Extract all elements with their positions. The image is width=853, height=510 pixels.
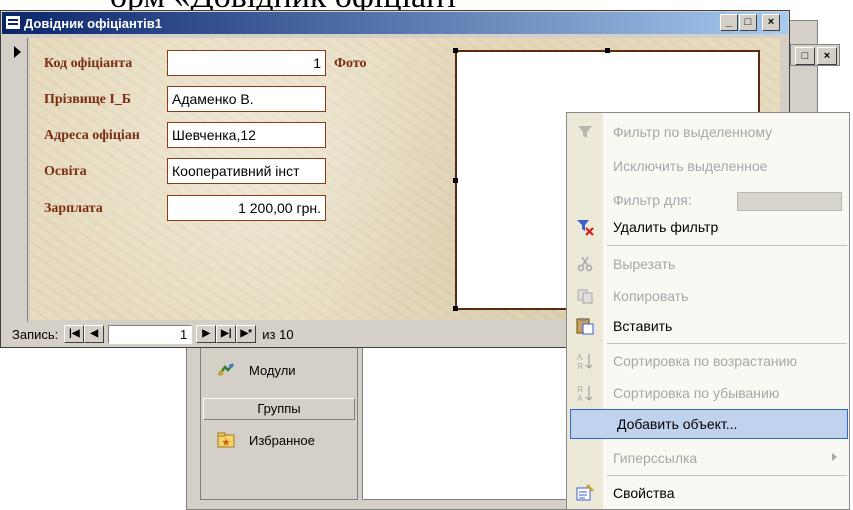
form-title: Довідник офіціантів1 (24, 15, 162, 31)
properties-icon (575, 484, 595, 502)
resize-handle[interactable] (453, 178, 458, 183)
photo-label: Фото (334, 56, 367, 71)
menu-item-properties[interactable]: Свойства (567, 478, 849, 508)
menu-item-copy[interactable]: Копировать (567, 281, 849, 311)
menu-item-cut[interactable]: Вырезать (567, 249, 849, 279)
menu-item-sort-descending[interactable]: ЯА Сортировка по убыванию (567, 378, 849, 408)
navigation-label: Запись: (12, 326, 59, 342)
sidebar-item-modules[interactable]: Модули (201, 355, 357, 385)
remove-filter-icon (575, 218, 595, 236)
menu-item-sort-ascending[interactable]: АЯ Сортировка по возрастанию (567, 346, 849, 376)
filter-selection-icon (575, 123, 595, 141)
menu-item-exclude-selection[interactable]: Исключить выделенное (567, 151, 849, 181)
sidebar-item-label: Модули (249, 362, 296, 378)
record-selector[interactable] (8, 38, 28, 328)
minimize-button[interactable]: _ (720, 14, 738, 31)
resize-handle[interactable] (453, 306, 458, 311)
svg-text:Я: Я (577, 385, 583, 394)
form-icon[interactable] (5, 15, 21, 30)
education-label: Освіта (44, 164, 87, 179)
last-record-button[interactable]: ▶| (216, 325, 237, 343)
context-menu: Фильтр по выделенному Исключить выделенн… (566, 112, 850, 510)
current-record-arrow-icon (14, 46, 21, 58)
address-label: Адреса офіціан (44, 128, 140, 143)
filter-for-input[interactable] (737, 192, 842, 211)
menu-item-insert-object[interactable]: Добавить объект... (570, 409, 848, 439)
menu-item-filter-for[interactable]: Фильтр для: (567, 185, 849, 215)
svg-text:А: А (577, 394, 583, 402)
module-icon (215, 361, 237, 379)
sidebar-item-label: Избранное (249, 432, 315, 448)
salary-label: Зарплата (44, 201, 103, 216)
record-count: из 10 (262, 326, 294, 342)
menu-item-hyperlink[interactable]: Гиперссылка (567, 443, 849, 473)
surname-field[interactable]: Адаменко В. (167, 86, 326, 112)
first-record-button[interactable]: |◀ (64, 325, 85, 343)
next-record-button[interactable]: ▶ (196, 325, 217, 343)
sort-descending-icon: ЯА (575, 384, 595, 402)
maximize-button[interactable]: □ (739, 14, 757, 31)
address-field[interactable]: Шевченка,12 (167, 122, 326, 148)
cut-icon (575, 255, 595, 273)
record-navigation-bar: Запись: |◀ ◀ 1 ▶ ▶| ▶* из 10 (8, 322, 568, 346)
form-title-bar[interactable]: Довідник офіціантів1 _ □ × (2, 12, 788, 34)
education-field[interactable]: Кооперативний інст (167, 158, 326, 184)
svg-text:А: А (577, 353, 583, 362)
menu-separator (607, 343, 847, 344)
resize-handle[interactable] (605, 48, 610, 53)
paste-icon (575, 317, 595, 335)
close-button[interactable]: × (762, 14, 780, 31)
resize-handle[interactable] (453, 48, 458, 53)
surname-label: Прізвище І_Б (44, 92, 132, 107)
database-objects-pane: Модули Группы Избранное (200, 340, 358, 500)
menu-item-remove-filter[interactable]: Удалить фильтр (567, 212, 849, 242)
code-field[interactable]: 1 (167, 50, 326, 76)
submenu-arrow-icon (832, 453, 837, 461)
code-label: Код офіціанта (44, 56, 133, 71)
new-record-button[interactable]: ▶* (236, 325, 257, 343)
menu-separator (607, 475, 847, 476)
sort-ascending-icon: АЯ (575, 352, 595, 370)
svg-text:Я: Я (577, 362, 583, 370)
menu-item-filter-by-selection[interactable]: Фильтр по выделенному (567, 117, 849, 147)
favorites-folder-icon (215, 431, 237, 449)
maximize-icon[interactable]: □ (795, 47, 815, 65)
salary-field[interactable]: 1 200,00 грн. (167, 195, 326, 221)
sidebar-item-favorites[interactable]: Избранное (201, 425, 357, 455)
database-window-controls: □ × (790, 44, 840, 66)
copy-icon (575, 287, 595, 305)
menu-separator (607, 245, 847, 246)
previous-record-button[interactable]: ◀ (84, 325, 105, 343)
objects-list-area[interactable] (362, 340, 572, 500)
menu-item-paste[interactable]: Вставить (567, 311, 849, 341)
groups-header[interactable]: Группы (203, 398, 355, 420)
record-number-input[interactable]: 1 (108, 324, 193, 344)
close-icon[interactable]: × (817, 47, 837, 65)
